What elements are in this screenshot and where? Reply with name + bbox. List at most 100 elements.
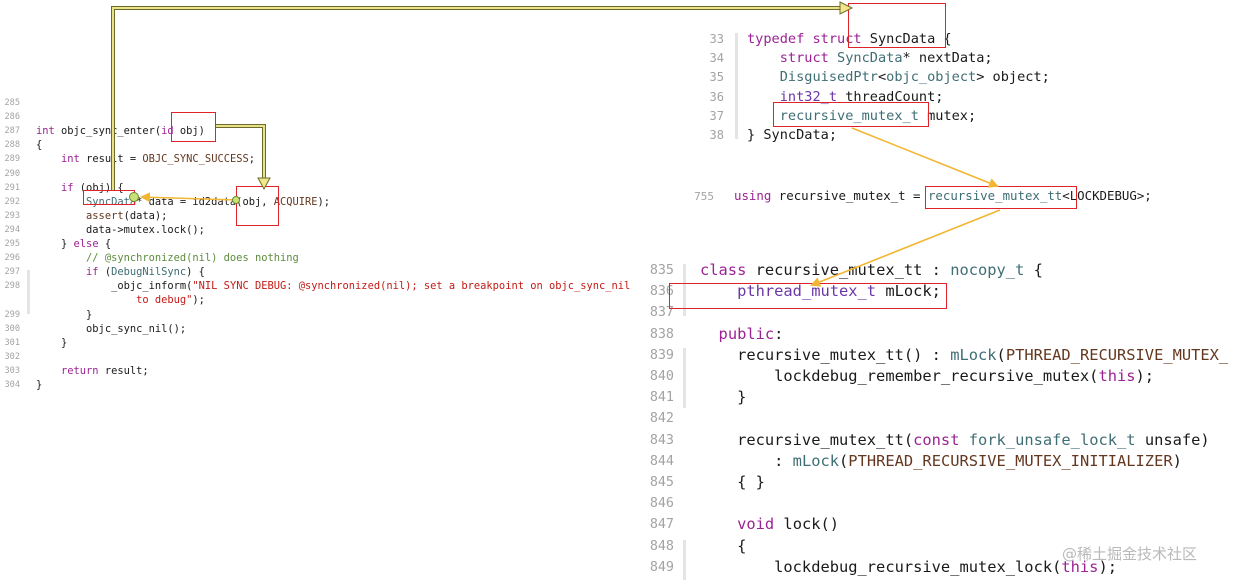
code-text: } <box>36 378 42 392</box>
code-token: recursive_mutex_tt : <box>746 261 951 279</box>
code-text: : mLock(PTHREAD_RECURSIVE_MUTEX_INITIALI… <box>700 451 1182 472</box>
code-token: unsafe) <box>1135 430 1210 449</box>
line-number: 848 <box>649 538 674 554</box>
code-text: _objc_inform("NIL SYNC DEBUG: @synchroni… <box>36 279 630 293</box>
gutter-bar <box>735 33 738 139</box>
code-token: ( <box>98 266 112 279</box>
code-token: ( <box>839 451 849 470</box>
code-text: } <box>36 308 92 322</box>
code-token: DebugNilSync <box>111 266 187 279</box>
code-text: return result; <box>36 364 149 378</box>
code-text: int result = OBJC_SYNC_SUCCESS; <box>36 152 255 166</box>
code-token: return <box>61 364 99 377</box>
line-number: 838 <box>649 326 674 342</box>
code-token: mLock <box>950 345 997 364</box>
code-token: { } <box>700 473 765 491</box>
code-text: } <box>36 336 67 350</box>
code-token: lockdebug_remember_recursive_mutex( <box>700 367 1099 385</box>
code-token: "NIL SYNC DEBUG: @synchronized(nil); set… <box>192 280 631 293</box>
code-token: : <box>774 324 784 343</box>
code-token: { <box>1024 261 1043 279</box>
code-token: ACQUIRE <box>273 195 318 208</box>
line-number: 844 <box>649 453 674 469</box>
code-token: ( <box>996 345 1006 364</box>
code-token: PTHREAD_RECURSIVE_MUTEX_INITIALIZER <box>848 451 1173 470</box>
code-token: ) { <box>186 266 205 279</box>
code-token: result; <box>98 364 149 377</box>
code-token: { <box>700 536 747 555</box>
code-token: ; <box>248 153 255 166</box>
line-number: 295 <box>4 239 20 249</box>
line-number: 303 <box>4 365 20 376</box>
line-number: 37 <box>709 108 724 123</box>
code-token: : <box>700 451 793 470</box>
line-number: 845 <box>649 475 674 490</box>
code-token: recursive_mutex_t = <box>771 188 928 203</box>
code-token: result = <box>79 153 143 166</box>
code-token: this <box>1098 367 1136 385</box>
line-number: 294 <box>4 224 20 235</box>
code-text: } else { <box>36 237 111 251</box>
line-number: 296 <box>4 253 20 264</box>
code-token: void <box>737 515 775 534</box>
code-text: if (DebugNilSync) { <box>36 265 205 279</box>
highlight-box-pthread-mutex <box>669 283 947 309</box>
code-token: > object; <box>976 69 1050 86</box>
code-token: objc_sync_nil(); <box>36 322 187 335</box>
code-token: ); <box>317 195 331 208</box>
code-text: public: <box>700 324 784 345</box>
line-number: 292 <box>4 196 20 207</box>
code-text: lockdebug_recursive_mutex_lock(this); <box>700 557 1117 578</box>
code-text: recursive_mutex_tt(const fork_unsafe_loc… <box>700 430 1210 451</box>
code-text: DisguisedPtr<objc_object> object; <box>747 68 1050 87</box>
code-token: int <box>61 153 80 166</box>
gutter-bar <box>683 348 686 408</box>
highlight-box-syncdata-type <box>83 190 135 205</box>
code-token: } SyncData; <box>747 127 838 143</box>
code-token: struct <box>779 50 829 67</box>
code-token: typedef <box>747 31 805 47</box>
code-text: SyncData* data = id2data(obj, ACQUIRE); <box>36 195 330 209</box>
code-token: SyncData <box>837 50 903 67</box>
line-number: 835 <box>649 263 674 278</box>
line-number: 849 <box>649 559 674 575</box>
code-token: if <box>86 266 99 279</box>
code-token: else <box>73 238 99 250</box>
code-text: data->mutex.lock(); <box>36 223 205 237</box>
code-token: assert <box>86 209 124 222</box>
line-number: 297 <box>4 267 20 278</box>
code-token: lock() <box>774 515 840 534</box>
line-number: 846 <box>649 496 674 512</box>
code-token: DisguisedPtr <box>779 69 878 86</box>
syncdata-code-panel: 33 typedef struct SyncData {34 struct Syn… <box>690 30 1240 150</box>
code-token: { <box>98 238 112 250</box>
line-number: 33 <box>709 32 724 46</box>
line-number: 841 <box>649 390 674 406</box>
line-number: 287 <box>4 126 20 137</box>
line-number: 302 <box>4 351 20 362</box>
line-number: 293 <box>4 210 20 221</box>
code-token: nocopy_t <box>950 261 1025 279</box>
line-number: 290 <box>4 168 20 179</box>
highlight-box-id2data-obj <box>236 186 279 226</box>
code-text: lockdebug_remember_recursive_mutex(this)… <box>700 366 1154 387</box>
code-text: to debug"); <box>36 293 205 307</box>
line-number: 288 <box>4 140 20 151</box>
highlight-box-syncdata-struct <box>848 3 946 48</box>
code-text: } <box>700 387 746 408</box>
code-token: if <box>61 181 74 194</box>
code-text: { <box>700 536 746 557</box>
code-token: objc_sync_enter( <box>54 125 162 138</box>
code-token: class <box>700 261 747 279</box>
code-token: data->mutex.lock(); <box>36 223 205 236</box>
code-text: } SyncData; <box>747 126 837 145</box>
code-token: { <box>36 139 43 152</box>
